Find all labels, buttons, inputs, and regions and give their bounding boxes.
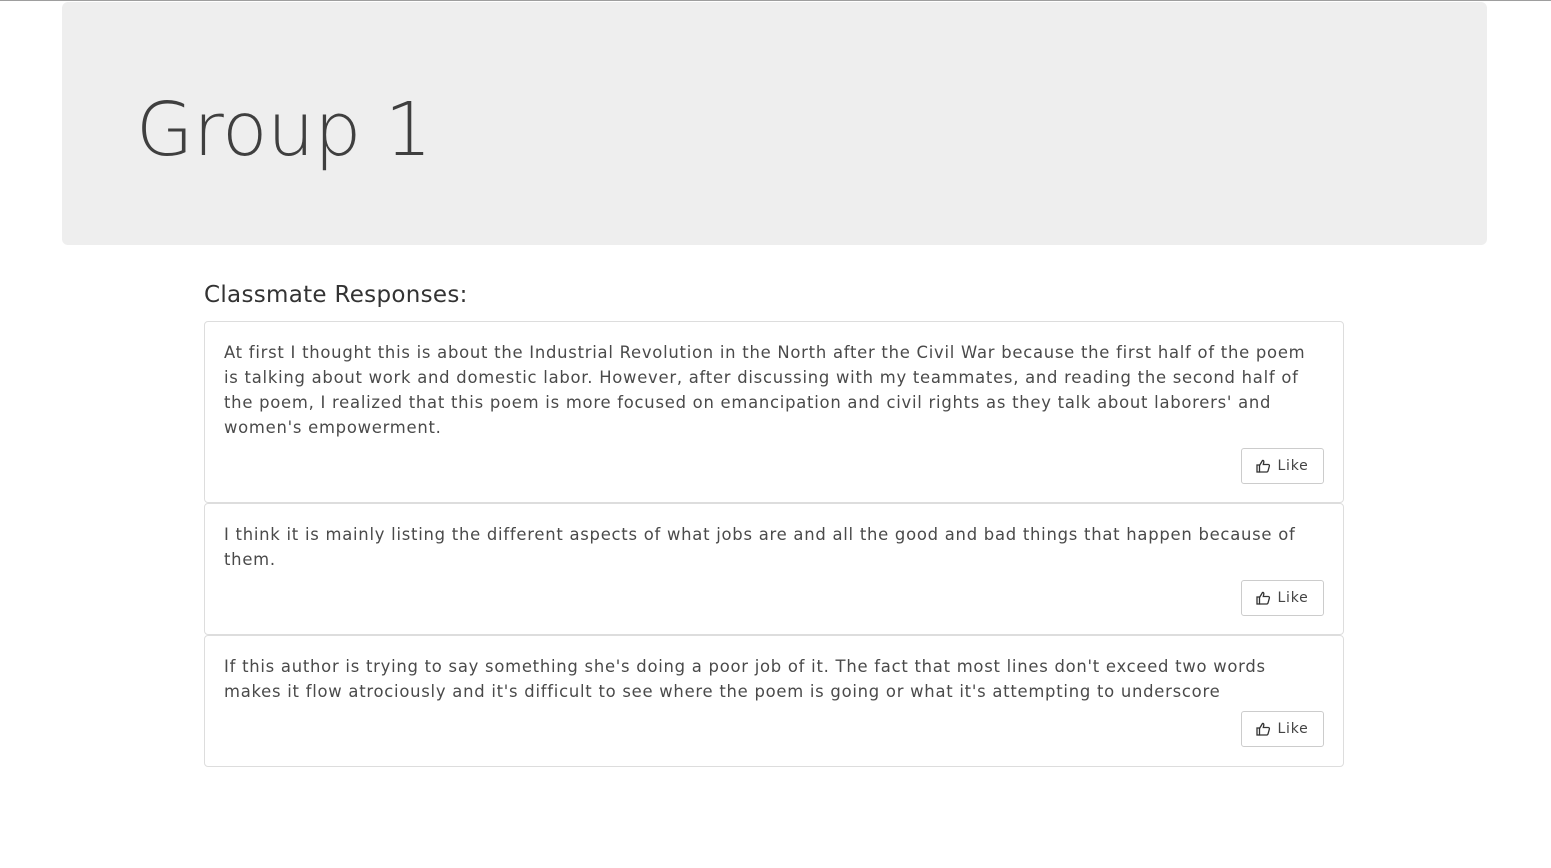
- like-button[interactable]: Like: [1241, 448, 1324, 484]
- like-button[interactable]: Like: [1241, 711, 1324, 747]
- like-button[interactable]: Like: [1241, 580, 1324, 616]
- thumbs-up-icon: [1256, 722, 1271, 736]
- page-title: Group 1: [136, 87, 432, 173]
- responses-section: Classmate Responses: At first I thought …: [204, 276, 1344, 767]
- response-text: If this author is trying to say somethin…: [224, 657, 1266, 701]
- thumbs-up-icon: [1256, 591, 1271, 605]
- response-text: At first I thought this is about the Ind…: [224, 343, 1306, 437]
- like-label: Like: [1277, 590, 1309, 606]
- thumbs-up-icon: [1256, 459, 1271, 473]
- top-divider: [0, 0, 1551, 1]
- responses-heading: Classmate Responses:: [204, 282, 468, 308]
- like-label: Like: [1277, 721, 1309, 737]
- response-text: I think it is mainly listing the differe…: [224, 525, 1296, 569]
- page-header: Group 1: [62, 2, 1487, 245]
- response-card: At first I thought this is about the Ind…: [204, 321, 1344, 503]
- response-card: I think it is mainly listing the differe…: [204, 503, 1344, 635]
- like-label: Like: [1277, 458, 1309, 474]
- response-card: If this author is trying to say somethin…: [204, 635, 1344, 767]
